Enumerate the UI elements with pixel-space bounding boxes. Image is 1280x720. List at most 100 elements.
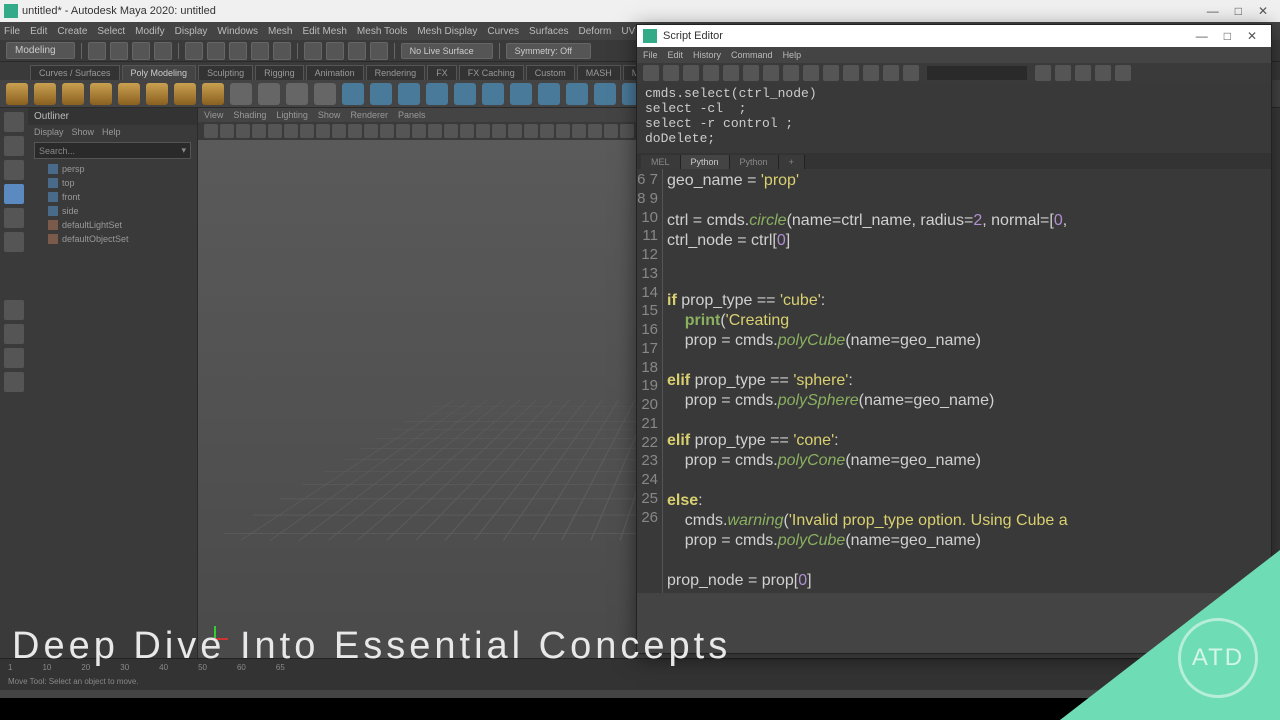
shelf-icon[interactable] <box>342 83 364 105</box>
menu-uv[interactable]: UV <box>621 26 635 37</box>
shelf-icon[interactable] <box>202 83 224 105</box>
maximize-button[interactable]: □ <box>1235 4 1242 18</box>
se-menu-item[interactable]: History <box>693 50 721 60</box>
viewport-menu-item[interactable]: View <box>204 110 223 120</box>
script-tab[interactable]: + <box>779 155 805 169</box>
se-tool[interactable] <box>1075 65 1091 81</box>
shelf-icon[interactable] <box>482 83 504 105</box>
viewport-tool[interactable] <box>604 124 618 138</box>
viewport-tool[interactable] <box>396 124 410 138</box>
layout-tool[interactable] <box>4 372 24 392</box>
shelf-icon[interactable] <box>314 83 336 105</box>
se-menu-item[interactable]: Command <box>731 50 773 60</box>
viewport-menu-item[interactable]: Renderer <box>350 110 388 120</box>
toolbar-icon[interactable] <box>251 42 269 60</box>
close-button[interactable]: ✕ <box>1258 4 1268 18</box>
viewport-tool[interactable] <box>364 124 378 138</box>
rotate-tool[interactable] <box>4 208 24 228</box>
menu-display[interactable]: Display <box>175 26 208 37</box>
viewport-tool[interactable] <box>508 124 522 138</box>
outliner-item[interactable]: side <box>28 204 197 218</box>
viewport-tool[interactable] <box>556 124 570 138</box>
outliner-item[interactable]: defaultObjectSet <box>28 232 197 246</box>
layout-tool[interactable] <box>4 300 24 320</box>
outliner-item[interactable]: defaultLightSet <box>28 218 197 232</box>
shelf-tab[interactable]: Rendering <box>366 65 426 80</box>
viewport-menu-item[interactable]: Show <box>318 110 341 120</box>
shelf-icon[interactable] <box>174 83 196 105</box>
shelf-icon[interactable] <box>286 83 308 105</box>
menu-surfaces[interactable]: Surfaces <box>529 26 568 37</box>
menu-create[interactable]: Create <box>57 26 87 37</box>
se-menu-item[interactable]: File <box>643 50 658 60</box>
se-tool[interactable] <box>823 65 839 81</box>
shelf-icon[interactable] <box>510 83 532 105</box>
viewport-tool[interactable] <box>588 124 602 138</box>
se-tool[interactable] <box>803 65 819 81</box>
se-tool[interactable] <box>843 65 859 81</box>
menu-edit-mesh[interactable]: Edit Mesh <box>302 26 346 37</box>
toolbar-icon[interactable] <box>326 42 344 60</box>
shelf-icon[interactable] <box>146 83 168 105</box>
shelf-tab[interactable]: Sculpting <box>198 65 253 80</box>
se-menu-item[interactable]: Help <box>783 50 802 60</box>
toolbar-icon[interactable] <box>132 42 150 60</box>
menu-mesh-display[interactable]: Mesh Display <box>417 26 477 37</box>
outliner-menu-item[interactable]: Help <box>102 127 121 137</box>
shelf-icon[interactable] <box>594 83 616 105</box>
workspace-mode-dropdown[interactable]: Modeling <box>6 42 75 59</box>
se-tool[interactable] <box>903 65 919 81</box>
shelf-tab[interactable]: Animation <box>306 65 364 80</box>
script-editor-code[interactable]: 6 7 8 9 10 11 12 13 14 15 16 17 18 19 20… <box>637 169 1271 593</box>
se-tool[interactable] <box>683 65 699 81</box>
move-tool[interactable] <box>4 184 24 204</box>
shelf-icon[interactable] <box>258 83 280 105</box>
shelf-icon[interactable] <box>454 83 476 105</box>
se-tool[interactable] <box>883 65 899 81</box>
close-button[interactable]: ✕ <box>1247 29 1257 43</box>
minimize-button[interactable]: — <box>1196 29 1208 43</box>
se-tool[interactable] <box>1095 65 1111 81</box>
viewport-tool[interactable] <box>300 124 314 138</box>
shelf-icon[interactable] <box>62 83 84 105</box>
se-tool[interactable] <box>703 65 719 81</box>
viewport-tool[interactable] <box>428 124 442 138</box>
paint-tool[interactable] <box>4 160 24 180</box>
se-tool[interactable] <box>663 65 679 81</box>
shelf-icon[interactable] <box>90 83 112 105</box>
live-surface-dropdown[interactable]: No Live Surface <box>401 43 493 59</box>
shelf-icon[interactable] <box>230 83 252 105</box>
viewport-tool[interactable] <box>572 124 586 138</box>
shelf-tab[interactable]: Custom <box>526 65 575 80</box>
se-tool[interactable] <box>783 65 799 81</box>
menu-curves[interactable]: Curves <box>487 26 519 37</box>
shelf-icon[interactable] <box>398 83 420 105</box>
toolbar-icon[interactable] <box>273 42 291 60</box>
se-tool[interactable] <box>1035 65 1051 81</box>
script-tab[interactable]: Python <box>730 155 779 169</box>
menu-mesh-tools[interactable]: Mesh Tools <box>357 26 407 37</box>
outliner-menu-item[interactable]: Display <box>34 127 64 137</box>
viewport-tool[interactable] <box>444 124 458 138</box>
viewport-tool[interactable] <box>460 124 474 138</box>
shelf-icon[interactable] <box>370 83 392 105</box>
toolbar-icon[interactable] <box>370 42 388 60</box>
shelf-tab[interactable]: Poly Modeling <box>122 65 197 80</box>
viewport-tool[interactable] <box>524 124 538 138</box>
menu-edit[interactable]: Edit <box>30 26 47 37</box>
layout-tool[interactable] <box>4 348 24 368</box>
shelf-tab[interactable]: MASH <box>577 65 621 80</box>
se-tool[interactable] <box>643 65 659 81</box>
outliner-item[interactable]: top <box>28 176 197 190</box>
viewport-tool[interactable] <box>252 124 266 138</box>
se-tool[interactable] <box>1115 65 1131 81</box>
viewport-tool[interactable] <box>236 124 250 138</box>
se-tool[interactable] <box>763 65 779 81</box>
select-tool[interactable] <box>4 112 24 132</box>
viewport-menu-item[interactable]: Panels <box>398 110 426 120</box>
shelf-icon[interactable] <box>426 83 448 105</box>
viewport-tool[interactable] <box>316 124 330 138</box>
shelf-icon[interactable] <box>6 83 28 105</box>
viewport-tool[interactable] <box>540 124 554 138</box>
toolbar-icon[interactable] <box>185 42 203 60</box>
